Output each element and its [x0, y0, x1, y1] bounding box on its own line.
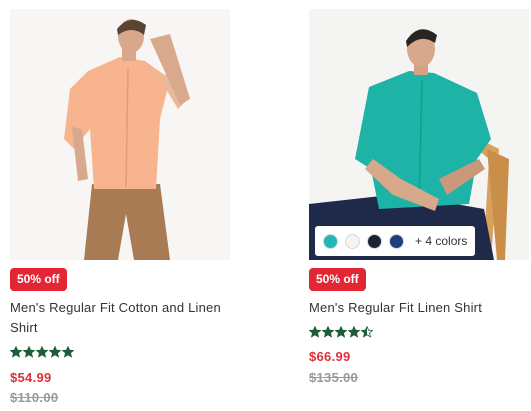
star-icon [322, 326, 334, 338]
product-card-2[interactable]: + 4 colors 50% off Men's Regular Fit Lin… [309, 0, 529, 411]
product-image-2[interactable] [309, 9, 529, 260]
model-photo-teal-shirt [309, 9, 529, 260]
star-icon [335, 326, 347, 338]
swatch-teal[interactable] [323, 233, 338, 249]
star-icon [348, 326, 360, 338]
original-price: $110.00 [10, 390, 59, 405]
product-image-1[interactable] [10, 9, 230, 260]
discount-badge: 50% off [309, 268, 366, 291]
product-title[interactable]: Men's Regular Fit Cotton and Linen Shirt [10, 298, 232, 338]
color-swatches: + 4 colors [315, 226, 476, 256]
sale-price: $54.99 [10, 370, 52, 385]
original-price: $135.00 [309, 370, 359, 385]
more-colors-link[interactable]: + 4 colors [415, 234, 467, 248]
discount-badge: 50% off [10, 268, 67, 291]
star-icon [62, 346, 74, 358]
star-icon [23, 346, 35, 358]
sale-price: $66.99 [309, 349, 351, 364]
rating-stars [10, 346, 74, 358]
rating-stars [309, 326, 373, 338]
product-card-1[interactable]: 50% off Men's Regular Fit Cotton and Lin… [10, 0, 230, 411]
star-icon [309, 326, 321, 338]
star-icon [10, 346, 22, 358]
swatch-blue[interactable] [389, 233, 404, 249]
star-icon [36, 346, 48, 358]
model-photo-peach-shirt [10, 9, 230, 260]
swatch-white[interactable] [345, 233, 360, 249]
star-icon [49, 346, 61, 358]
swatch-navy-dark[interactable] [367, 233, 382, 249]
product-title[interactable]: Men's Regular Fit Linen Shirt [309, 298, 531, 318]
star-icon [361, 326, 373, 338]
